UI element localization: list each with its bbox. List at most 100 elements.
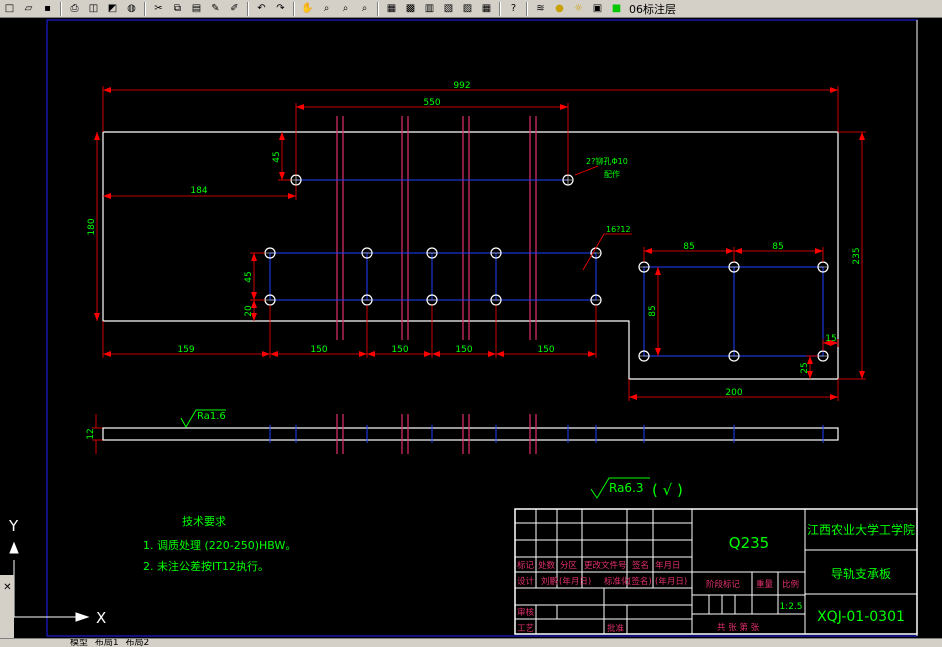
drawing-canvas[interactable]: 992 550 45 184 180 45 20 159 150 150 150… xyxy=(0,18,942,638)
toolbar-separator xyxy=(526,1,528,16)
dim-right-85-b: 85 xyxy=(772,242,783,252)
tb-designer-name: 刘鹏 xyxy=(541,576,558,587)
plate-outline xyxy=(102,131,839,380)
save-icon[interactable]: ▪ xyxy=(40,2,55,15)
tb-design-label: 设计 xyxy=(517,576,535,587)
dim-left-height: 180 xyxy=(87,218,97,235)
open-file-icon[interactable]: ▱ xyxy=(21,2,36,15)
dim-hole-span: 550 xyxy=(423,98,440,108)
cut-icon[interactable]: ✂ xyxy=(151,2,166,15)
new-file-icon[interactable]: □ xyxy=(2,2,17,15)
tb-sheets: 共 张 第 张 xyxy=(717,622,760,633)
dim-chain-150-d: 150 xyxy=(537,345,554,355)
print-preview-icon[interactable]: ◫ xyxy=(86,2,101,15)
layer-color-icon[interactable]: ■ xyxy=(609,2,624,15)
toolbar-separator xyxy=(60,1,62,16)
dim-right-85-a: 85 xyxy=(683,242,694,252)
sheet-set-icon[interactable]: ▧ xyxy=(441,2,456,15)
tb-material: Q235 xyxy=(729,534,769,552)
match-properties-icon[interactable]: ✎ xyxy=(208,2,223,15)
hole-center-lines xyxy=(269,179,824,357)
copy-icon[interactable]: ⧉ xyxy=(170,2,185,15)
dimension-lines xyxy=(92,86,866,454)
standard-toolbar: □ ▱ ▪ ⎙ ◫ ◩ ◍ ✂ ⧉ ▤ ✎ ✐ ↶ ↷ ✋ ⌕ ⌕ ⌕ ▦ ▩ … xyxy=(0,0,942,18)
toolbar-separator xyxy=(144,1,146,16)
dim-edge-25: 25 xyxy=(800,362,810,373)
ucs-y-label: Y xyxy=(8,517,19,535)
tech-req-title: 技术要求 xyxy=(182,515,226,528)
tb-standard-label: 标准化 xyxy=(604,576,630,587)
tb-review-label: 审核 xyxy=(517,607,535,618)
tb-header-sign: 签名 xyxy=(632,560,649,571)
layer-manager-icon[interactable]: ≋ xyxy=(533,2,548,15)
tb-standard-sign: (签名) xyxy=(628,576,652,587)
properties-icon[interactable]: ▦ xyxy=(384,2,399,15)
pan-icon[interactable]: ✋ xyxy=(300,2,315,15)
zoom-previous-icon[interactable]: ⌕ xyxy=(357,2,372,15)
holes xyxy=(264,174,829,362)
tb-school: 江西农业大学工学院 xyxy=(807,522,915,537)
layer-lock-icon[interactable]: ▣ xyxy=(590,2,605,15)
tb-approve-label: 批准 xyxy=(607,623,625,634)
dim-left-offset: 184 xyxy=(190,186,207,196)
print-icon[interactable]: ⎙ xyxy=(67,2,82,15)
side-view xyxy=(102,427,839,441)
dim-top-offset: 45 xyxy=(272,151,282,162)
paste-icon[interactable]: ▤ xyxy=(189,2,204,15)
layer-freeze-icon[interactable]: ☼ xyxy=(571,2,586,15)
roughness-side-text: Ra1.6 xyxy=(197,411,226,422)
help-icon[interactable]: ? xyxy=(506,2,521,15)
calculator-icon[interactable]: ▦ xyxy=(479,2,494,15)
zoom-realtime-icon[interactable]: ⌕ xyxy=(319,2,334,15)
tb-scale-label: 比例 xyxy=(782,579,799,590)
dim-edge-15: 15 xyxy=(825,334,836,344)
tb-header-date: 年月日 xyxy=(655,560,681,571)
publish-icon[interactable]: ◩ xyxy=(105,2,120,15)
tb-header-mark: 标记 xyxy=(517,560,535,571)
redo-icon[interactable]: ↷ xyxy=(273,2,288,15)
hole-center-marks xyxy=(265,175,828,357)
tb-design-date: (年月日) xyxy=(559,576,591,587)
tool-palettes-icon[interactable]: ▥ xyxy=(422,2,437,15)
tb-scale-value: 1:2.5 xyxy=(779,602,802,612)
dim-chain-150-b: 150 xyxy=(391,345,408,355)
zoom-window-icon[interactable]: ⌕ xyxy=(338,2,353,15)
layer-on-icon[interactable]: ● xyxy=(552,2,567,15)
ucs-icon xyxy=(9,541,90,622)
dim-chain-150-a: 150 xyxy=(310,345,327,355)
tb-header-count: 处数 xyxy=(538,560,556,571)
dim-chain-159: 159 xyxy=(177,345,194,355)
ucs-x-label: X xyxy=(96,609,106,627)
dim-right-85-vertical: 85 xyxy=(648,305,658,316)
tb-stage-label: 阶段标记 xyxy=(706,579,741,590)
tech-req-item-1: 1. 调质处理 (220-250)HBW。 xyxy=(143,539,296,552)
tb-header-change-doc: 更改文件号 xyxy=(584,560,627,571)
tb-standard-date: (年月日) xyxy=(655,576,687,587)
toolbar-separator xyxy=(293,1,295,16)
roughness-general-paren: ( √ ) xyxy=(652,481,683,499)
dim-row-spacing: 45 xyxy=(244,271,254,282)
toolbar-separator xyxy=(499,1,501,16)
note-16-holes: 16?12 xyxy=(606,225,631,234)
tb-drawing-no: XQJ-01-0301 xyxy=(817,609,905,625)
dim-chain-150-c: 150 xyxy=(455,345,472,355)
toolbar-separator xyxy=(247,1,249,16)
dim-right-height: 235 xyxy=(852,247,862,264)
tb-header-zone: 分区 xyxy=(560,561,578,571)
side-tool-icon[interactable]: ✕ xyxy=(0,581,15,594)
tb-weight-label: 重量 xyxy=(756,579,774,590)
plot-icon[interactable]: ◍ xyxy=(124,2,139,15)
dim-right-width: 200 xyxy=(725,388,742,398)
tb-process-label: 工艺 xyxy=(517,624,534,634)
dim-bottom-offset: 20 xyxy=(244,305,254,317)
undo-icon[interactable]: ↶ xyxy=(254,2,269,15)
dim-overall-length: 992 xyxy=(453,81,470,91)
current-layer-name[interactable]: 06标注层 xyxy=(629,1,676,17)
block-editor-icon[interactable]: ✐ xyxy=(227,2,242,15)
dim-thickness: 12 xyxy=(86,428,96,439)
tb-part-name: 导轨支承板 xyxy=(831,567,891,581)
note-hole-pair: 2?铆孔Φ10 xyxy=(586,156,628,166)
design-center-icon[interactable]: ▩ xyxy=(403,2,418,15)
toolbar-separator xyxy=(377,1,379,16)
markup-icon[interactable]: ▨ xyxy=(460,2,475,15)
